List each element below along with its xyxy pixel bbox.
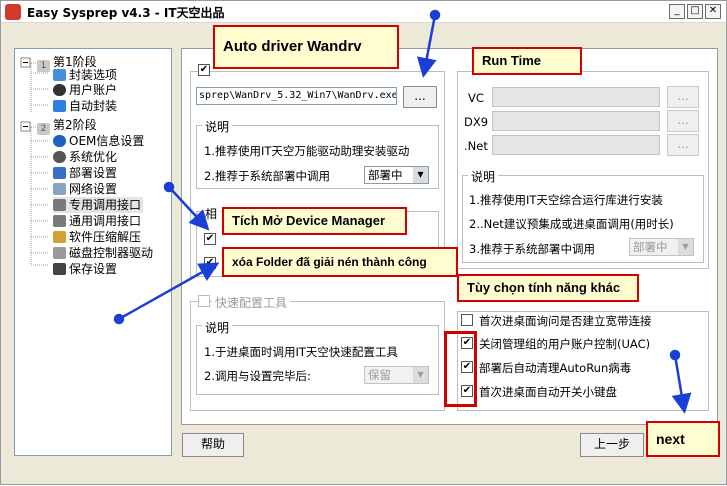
driver-checkbox[interactable]: ✔ [198,64,210,76]
runtime-desc-title: 说明 [468,168,499,185]
sidebar-item-software-archive[interactable]: 软件压缩解压 [53,229,141,245]
callout-delete-folder: xóa Folder đã giải nén thành công [222,247,458,277]
window-title: Easy Sysprep v4.3 - IT天空出品 [27,6,225,20]
runtime-dx9-browse-button[interactable]: ... [667,110,699,132]
callout-auto-driver: Auto driver Wandrv [213,25,399,69]
tree-stage-2[interactable]: 2 第2阶段 [37,117,97,135]
tree-item-label: 封装选项 [69,68,118,82]
runtime-deploy-value: 部署中 [633,240,668,254]
tree-item-label: 第2阶段 [53,118,97,132]
device-manager-checkbox[interactable]: ✔ [204,233,216,245]
sidebar-item-package-options[interactable]: 封装选项 [53,67,117,83]
tree-item-label: 自动封装 [69,99,118,113]
driver-deploy-select[interactable]: 部署中 ▼ [364,166,429,184]
quickconf-desc-line-1: 1.于进桌面时调用IT天空快速配置工具 [204,345,398,359]
runtime-deploy-select[interactable]: 部署中 ▼ [629,238,694,256]
disk-icon [53,247,66,259]
sidebar-item-user-accounts[interactable]: 用户账户 [53,82,117,98]
runtime-net-browse-button[interactable]: ... [667,134,699,156]
stage-2-icon: 2 [37,123,50,135]
option-numlock-label: 首次进桌面自动开关小键盘 [479,385,617,399]
sidebar-item-auto-package[interactable]: 自动封装 [53,98,117,114]
runtime-net-input[interactable] [492,135,660,155]
quickconf-select[interactable]: 保留 ▼ [364,366,429,384]
tree-item-label: 通用调用接口 [69,214,142,228]
sidebar-item-general-interface[interactable]: 通用调用接口 [53,213,141,229]
driver-path-input[interactable]: sprep\WanDrv_5.32_Win7\WanDrv.exe [196,87,397,105]
minimize-button[interactable]: _ [669,4,685,19]
quickconf-desc-line-2: 2.调用与设置完毕后: [204,369,311,383]
delete-folder-checkbox[interactable]: ✔ [204,257,216,269]
arrow-icon [53,100,66,112]
stage-1-icon: 1 [37,60,50,72]
app-logo-icon [5,4,21,20]
sidebar-item-disk-controller[interactable]: 磁盘控制器驱动 [53,245,153,261]
driver-deploy-value: 部署中 [368,168,403,182]
callout-next: next [646,421,720,457]
tree-item-label: OEM信息设置 [69,134,145,148]
callout-device-manager: Tích Mở Device Manager [222,207,407,235]
sidebar-item-save-settings[interactable]: 保存设置 [53,261,117,277]
info-icon [53,135,66,147]
save-icon [53,263,66,275]
sidebar-tree: 1 第1阶段 封装选项 用户账户 自动封装 2 第2阶段 OEM信息设置 系统优化 … [14,48,172,456]
title-bar: Easy Sysprep v4.3 - IT天空出品 _ □ ✕ [1,1,726,23]
monitor-icon [53,69,66,81]
quickconf-label: 快速配置工具 [212,294,291,311]
driver-desc-line-2: 2.推荐于系统部署中调用 [204,169,330,183]
runtime-desc-line-3: 3.推荐于系统部署中调用 [469,242,595,256]
prev-button[interactable]: 上一步 [580,433,644,457]
tree-item-label: 软件压缩解压 [69,230,142,244]
tree-item-label: 系统优化 [69,150,118,164]
option-uac-label: 关闭管理组的用户账户控制(UAC) [479,337,651,351]
chevron-down-icon: ▼ [413,367,428,383]
related-group-label: 相 [202,205,221,222]
callout-run-time: Run Time [472,47,582,75]
runtime-dx9-input[interactable] [492,111,660,131]
sidebar-item-network-settings[interactable]: 网络设置 [53,181,117,197]
callout-other-options: Tùy chọn tính năng khác [457,274,639,302]
gear-icon [53,151,66,163]
option-broadband-label: 首次进桌面询问是否建立宽带连接 [479,314,652,328]
network-icon [53,183,66,195]
tree-item-label: 网络设置 [69,182,118,196]
option-broadband-checkbox[interactable] [461,314,473,326]
sidebar-item-oem-info[interactable]: OEM信息设置 [53,133,144,149]
runtime-vc-browse-button[interactable]: ... [667,86,699,108]
tree-item-label: 部署设置 [69,166,118,180]
runtime-desc-line-2: 2..Net建议预集成或进桌面调用(用时长) [469,217,674,231]
sidebar-item-deploy-settings[interactable]: 部署设置 [53,165,117,181]
chevron-down-icon: ▼ [678,239,693,255]
tree-item-label: 保存设置 [69,262,118,276]
user-icon [53,84,66,96]
quickconf-select-value: 保留 [368,368,391,382]
tree-item-label: 专用调用接口 [69,198,142,212]
runtime-dx9-label: DX9 [464,115,489,129]
tree-item-label: 用户账户 [69,83,118,97]
driver-desc-line-1: 1.推荐使用IT天空万能驱动助理安装驱动 [204,144,410,158]
close-button[interactable]: ✕ [705,4,721,19]
runtime-desc-line-1: 1.推荐使用IT天空综合运行库进行安装 [469,193,663,207]
runtime-vc-input[interactable] [492,87,660,107]
runtime-vc-label: VC [468,91,484,105]
quickconf-desc-group [196,325,439,395]
quickconf-desc-title: 说明 [202,319,233,336]
option-autorun-label: 部署后自动清理AutoRun病毒 [479,361,632,375]
interface-icon [53,215,66,227]
archive-icon [53,231,66,243]
quickconf-checkbox[interactable] [198,295,210,307]
help-button[interactable]: 帮助 [182,433,244,457]
driver-desc-title: 说明 [202,118,233,135]
interface-icon [53,199,66,211]
maximize-button[interactable]: □ [687,4,703,19]
tree-item-label: 磁盘控制器驱动 [69,246,154,260]
chevron-down-icon: ▼ [413,167,428,183]
deploy-icon [53,167,66,179]
runtime-net-label: .Net [464,139,488,153]
options-highlight-box [444,331,477,407]
sidebar-item-dedicated-interface[interactable]: 专用调用接口 [53,197,144,213]
driver-browse-button[interactable]: ... [403,86,437,108]
sidebar-item-system-optimize[interactable]: 系统优化 [53,149,117,165]
app-window: Easy Sysprep v4.3 - IT天空出品 _ □ ✕ 1 第1阶段 封… [0,0,727,485]
